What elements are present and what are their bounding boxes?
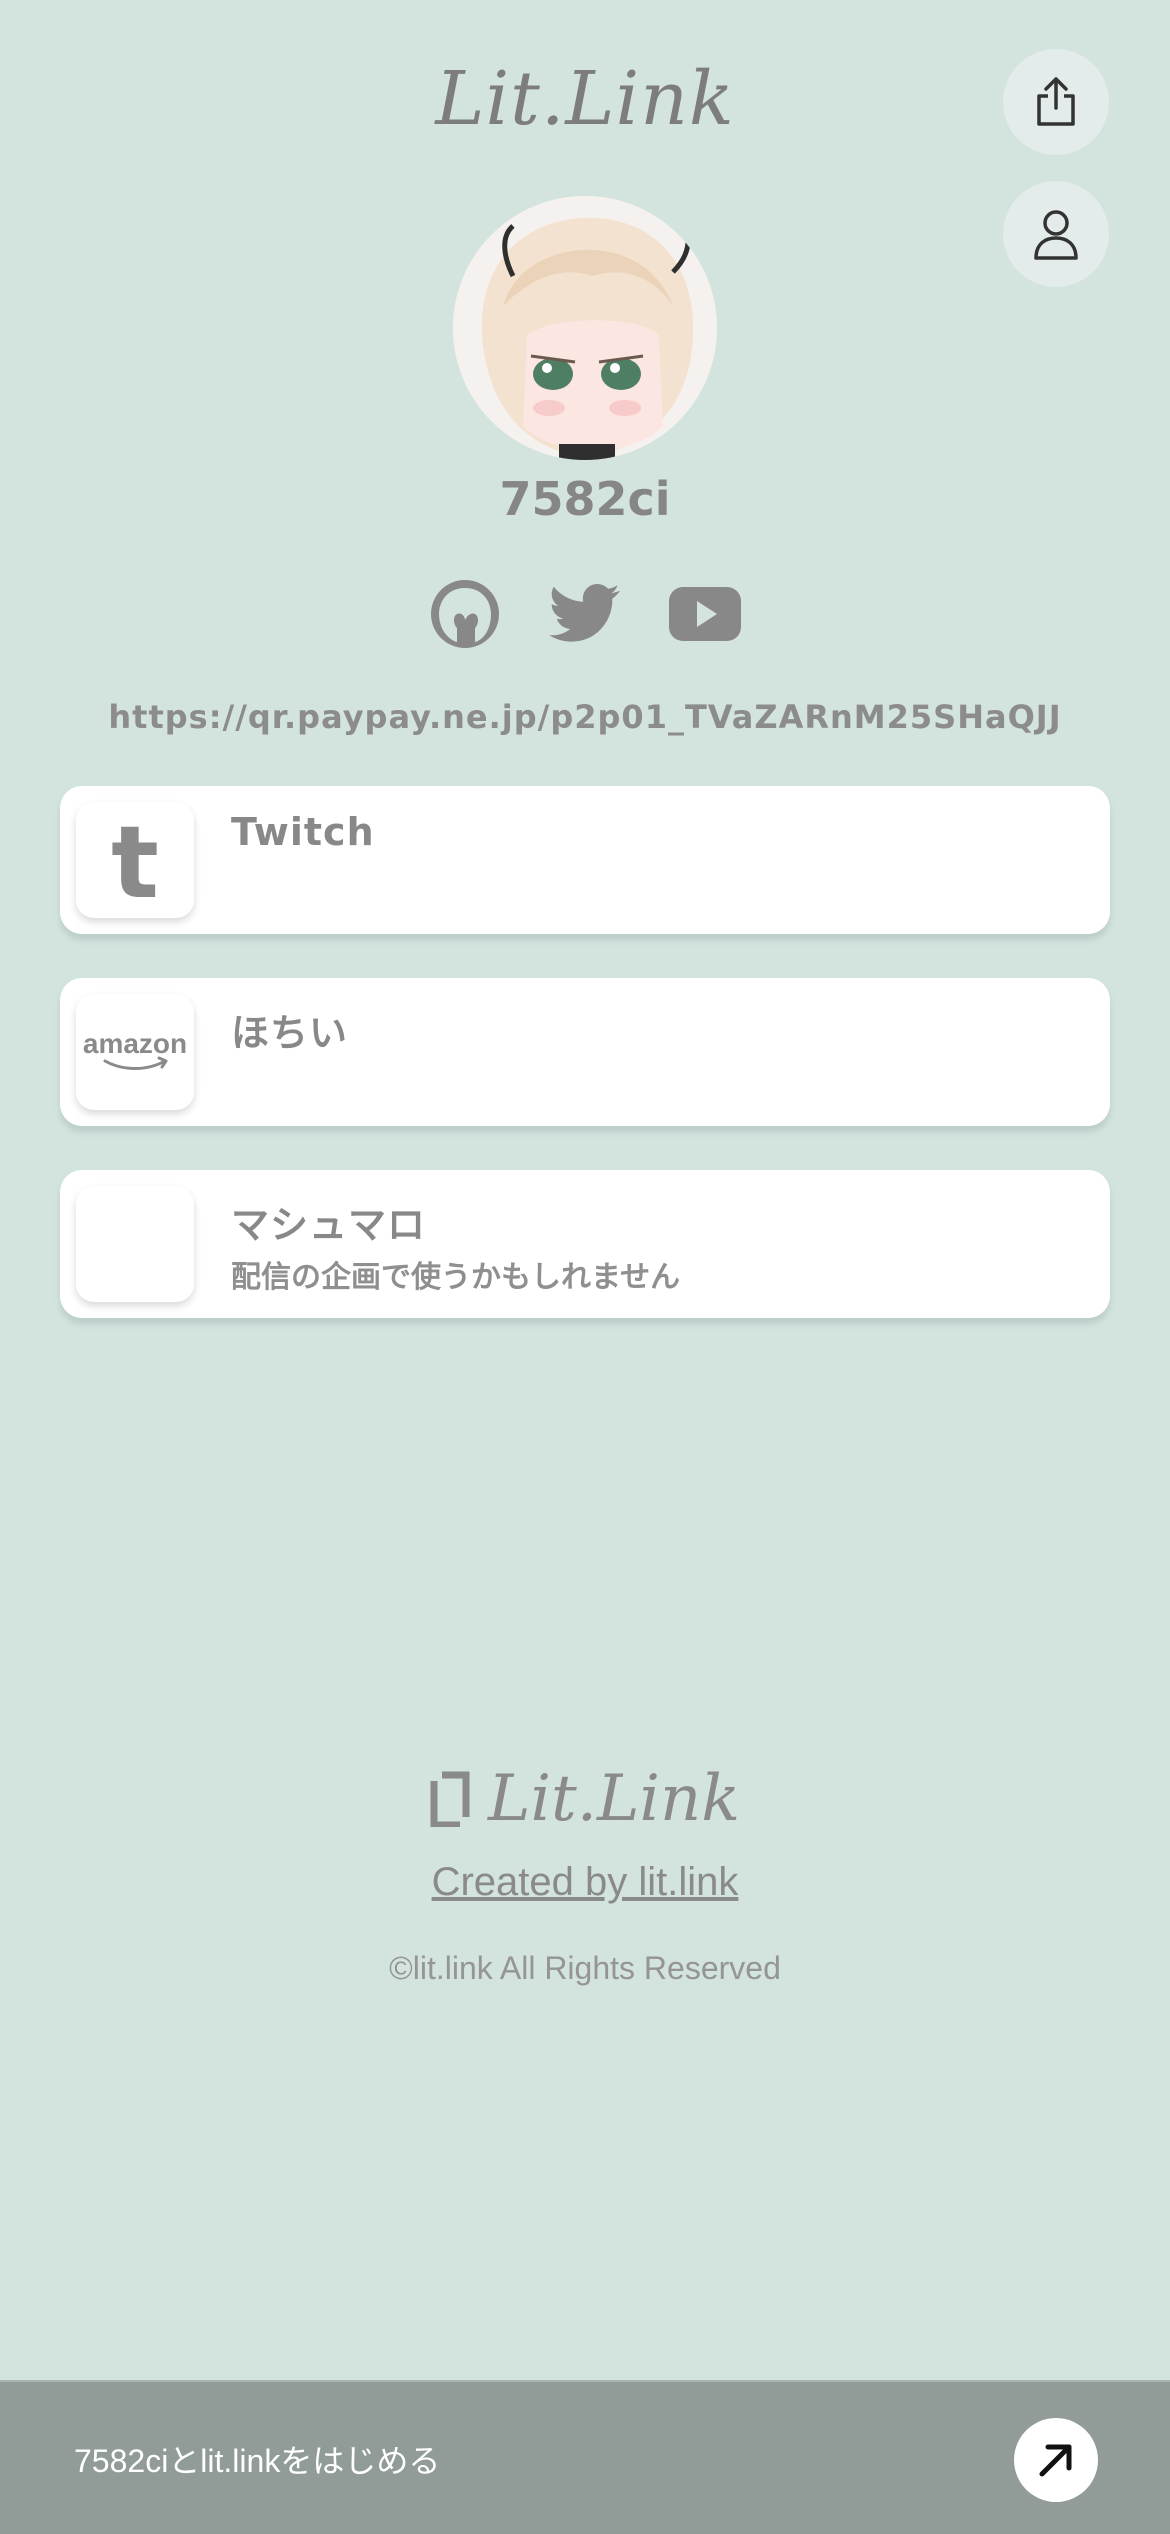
user-icon	[1034, 210, 1078, 260]
litlink-logo[interactable]: Lit.Link	[0, 56, 1170, 142]
link-thumbnail: t	[76, 802, 194, 918]
litlink-mark-icon	[430, 1771, 470, 1827]
svg-text:amazon: amazon	[83, 1028, 187, 1059]
share-button[interactable]	[1003, 49, 1109, 155]
avatar-image	[453, 196, 717, 460]
twitter-icon	[549, 584, 620, 642]
footer-logo[interactable]: Lit.Link	[0, 1762, 1170, 1836]
link-card-amazon[interactable]: amazon ほちい	[60, 978, 1110, 1126]
link-thumbnail: amazon	[76, 994, 194, 1110]
cluster-icon	[431, 580, 499, 648]
link-description: 配信の企画で使うかもしれません	[231, 1260, 681, 1295]
youtube-link[interactable]	[665, 574, 745, 654]
footer-logo-text: Lit.Link	[488, 1762, 740, 1836]
signup-banner[interactable]: 7582ciとlit.linkをはじめる	[0, 2380, 1170, 2534]
link-card-marshmallow[interactable]: マシュマロ 配信の企画で使うかもしれません	[60, 1170, 1110, 1318]
link-card-twitch[interactable]: t Twitch	[60, 786, 1110, 934]
copyright-text: ©lit.link All Rights Reserved	[389, 1950, 781, 1986]
twitch-icon: t	[111, 817, 159, 903]
link-title: ほちい	[231, 1011, 349, 1055]
twitter-link[interactable]	[545, 574, 625, 654]
link-title: Twitch	[231, 810, 375, 854]
banner-open-button[interactable]	[1014, 2418, 1098, 2502]
amazon-icon: amazon	[83, 1028, 187, 1070]
created-by-link[interactable]: Created by lit.link	[0, 1860, 1170, 1905]
avatar	[453, 196, 717, 460]
share-icon	[1037, 77, 1075, 126]
banner-text: 7582ciとlit.linkをはじめる	[74, 2443, 441, 2479]
profile-url-text[interactable]: https://qr.paypay.ne.jp/p2p01_TVaZARnM25…	[0, 698, 1170, 736]
svg-text:t: t	[111, 817, 159, 903]
link-title: マシュマロ	[231, 1203, 427, 1247]
arrow-up-right-icon	[1039, 2444, 1072, 2477]
username: 7582ci	[499, 472, 671, 526]
social-icons-row	[0, 574, 1170, 654]
cluster-link[interactable]	[425, 574, 505, 654]
blank-thumbnail	[76, 1186, 194, 1302]
profile-button[interactable]	[1003, 181, 1109, 287]
youtube-icon	[669, 587, 741, 641]
